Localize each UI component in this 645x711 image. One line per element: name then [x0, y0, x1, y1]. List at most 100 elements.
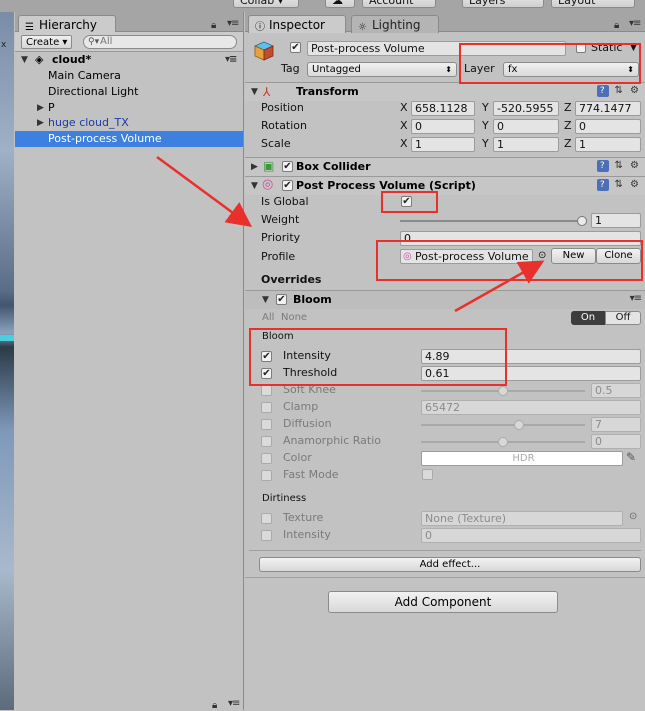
object-name-input[interactable]: Post-process Volume — [307, 41, 566, 56]
hierarchy-item-huge-cloud[interactable]: ▶ huge cloud_TX — [15, 115, 243, 131]
panel-menu-icon[interactable]: ▾≡ — [629, 18, 641, 29]
pos-z-input[interactable]: 774.1477 — [575, 101, 641, 116]
intensity-override-checkbox[interactable]: ✔ — [261, 351, 272, 362]
intensity-input[interactable]: 4.89 — [421, 349, 641, 364]
post-process-volume-header[interactable]: ▼ ◎ ✔ Post Process Volume (Script) ? ⇅ ⚙ — [245, 176, 645, 195]
object-picker-icon[interactable]: ⊙ — [538, 248, 546, 264]
static-checkbox[interactable] — [576, 43, 586, 53]
expand-arrow-icon[interactable]: ▼ — [21, 52, 28, 68]
preset-icon[interactable]: ⇅ — [614, 160, 624, 171]
cloud-button[interactable]: ☁ — [325, 0, 355, 8]
fold-arrow-icon[interactable]: ▼ — [262, 295, 269, 305]
scale-x-input[interactable]: 1 — [411, 137, 475, 152]
select-all-link[interactable]: All — [262, 310, 274, 326]
color-override-checkbox[interactable] — [261, 453, 272, 464]
effect-menu-icon[interactable]: ▾≡ — [630, 293, 642, 304]
tab-hierarchy[interactable]: ☰ Hierarchy — [18, 15, 116, 33]
rot-y-label[interactable]: Y — [482, 118, 489, 134]
new-profile-button[interactable]: New — [551, 248, 596, 264]
diffusion-override-checkbox[interactable] — [261, 419, 272, 430]
select-none-link[interactable]: None — [281, 310, 307, 326]
pos-x-label[interactable]: X — [400, 100, 408, 116]
scale-y-label[interactable]: Y — [482, 136, 489, 152]
rot-y-input[interactable]: 0 — [493, 119, 559, 134]
dirt-intensity-override-checkbox[interactable] — [261, 530, 272, 541]
clamp-override-checkbox[interactable] — [261, 402, 272, 413]
add-component-button[interactable]: Add Component — [328, 591, 558, 613]
preset-icon[interactable]: ⇅ — [614, 179, 624, 190]
bloom-header[interactable]: ▼ ✔ Bloom ▾≡ — [245, 290, 645, 309]
priority-input[interactable]: 0 — [400, 231, 641, 246]
transform-header[interactable]: ▼ ⅄ Transform ? ⇅ ⚙ — [245, 82, 645, 101]
layer-dropdown[interactable]: fx ⬍ — [503, 62, 639, 77]
hierarchy-item-directional-light[interactable]: Directional Light — [15, 84, 243, 100]
scale-x-label[interactable]: X — [400, 136, 408, 152]
collab-button[interactable]: Collab ▾ — [233, 0, 299, 8]
preset-icon[interactable]: ⇅ — [614, 85, 624, 96]
hierarchy-search[interactable]: ⚲▾ All — [83, 35, 237, 49]
account-button[interactable]: Account — [362, 0, 436, 8]
weight-slider-thumb[interactable] — [577, 216, 587, 226]
panel-menu-icon[interactable]: ▾≡ — [227, 18, 239, 29]
is-global-checkbox[interactable]: ✔ — [401, 196, 412, 207]
tab-inspector[interactable]: ⓘ Inspector — [248, 15, 346, 33]
fold-arrow-icon[interactable]: ▼ — [251, 87, 258, 97]
bloom-on-toggle[interactable]: On — [571, 311, 605, 325]
fold-arrow-icon[interactable]: ▼ — [251, 181, 258, 191]
layout-button[interactable]: Layout — [551, 0, 635, 8]
pos-y-label[interactable]: Y — [482, 100, 489, 116]
rot-z-label[interactable]: Z — [564, 118, 572, 134]
lock-icon[interactable]: 🔒︎ — [212, 700, 217, 711]
fast-mode-checkbox[interactable] — [422, 469, 433, 480]
tab-lighting[interactable]: ☼ Lighting — [351, 15, 439, 33]
help-icon[interactable]: ? — [597, 85, 610, 97]
clone-profile-button[interactable]: Clone — [596, 248, 641, 264]
scene-view-edge[interactable]: x — [0, 12, 14, 710]
box-collider-enabled-checkbox[interactable]: ✔ — [282, 161, 293, 172]
ppv-enabled-checkbox[interactable]: ✔ — [282, 180, 293, 191]
texture-override-checkbox[interactable] — [261, 513, 272, 524]
soft-knee-slider-thumb[interactable] — [498, 386, 508, 396]
dirt-intensity-input[interactable]: 0 — [421, 528, 641, 543]
rot-x-input[interactable]: 0 — [411, 119, 475, 134]
expand-arrow-icon[interactable]: ▶ — [37, 100, 44, 116]
scale-z-input[interactable]: 1 — [575, 137, 641, 152]
pos-z-label[interactable]: Z — [564, 100, 572, 116]
scene-row[interactable]: ▼ ◈ cloud* ▾≡ — [15, 52, 243, 68]
rot-x-label[interactable]: X — [400, 118, 408, 134]
lock-icon[interactable]: 🔒︎ — [211, 20, 216, 31]
rot-z-input[interactable]: 0 — [575, 119, 641, 134]
hierarchy-item-post-process-volume[interactable]: Post-process Volume — [15, 131, 243, 147]
threshold-input[interactable]: 0.61 — [421, 366, 641, 381]
object-picker-icon[interactable]: ⊙ — [629, 509, 637, 525]
diffusion-input[interactable]: 7 — [591, 417, 641, 432]
box-collider-header[interactable]: ▶ ▣ ✔ Box Collider ? ⇅ ⚙ — [245, 157, 645, 176]
expand-arrow-icon[interactable]: ▶ — [37, 115, 44, 131]
fast-mode-override-checkbox[interactable] — [261, 470, 272, 481]
scale-z-label[interactable]: Z — [564, 136, 572, 152]
anamorphic-override-checkbox[interactable] — [261, 436, 272, 447]
help-icon[interactable]: ? — [597, 179, 610, 191]
bloom-enabled-checkbox[interactable]: ✔ — [276, 294, 287, 305]
gear-icon[interactable]: ⚙ — [630, 160, 641, 171]
diffusion-slider-track[interactable] — [421, 424, 585, 426]
tag-dropdown[interactable]: Untagged ⬍ — [307, 62, 457, 77]
bloom-off-toggle[interactable]: Off — [605, 311, 641, 325]
create-button[interactable]: Create ▾ — [21, 35, 73, 49]
gear-icon[interactable]: ⚙ — [630, 85, 641, 96]
clamp-input[interactable]: 65472 — [421, 400, 641, 415]
threshold-override-checkbox[interactable]: ✔ — [261, 368, 272, 379]
weight-input[interactable]: 1 — [591, 213, 641, 228]
scene-menu-icon[interactable]: ▾≡ — [225, 52, 237, 68]
soft-knee-override-checkbox[interactable] — [261, 385, 272, 396]
scale-y-input[interactable]: 1 — [493, 137, 559, 152]
pos-y-input[interactable]: -520.5955 — [493, 101, 559, 116]
soft-knee-input[interactable]: 0.5 — [591, 383, 641, 398]
active-checkbox[interactable]: ✔ — [290, 42, 301, 53]
hierarchy-item-p[interactable]: ▶ P — [15, 100, 243, 116]
texture-object-field[interactable]: None (Texture) — [421, 511, 623, 526]
pos-x-input[interactable]: 658.1128 — [411, 101, 475, 116]
fold-arrow-icon[interactable]: ▶ — [251, 162, 258, 172]
static-dropdown-arrow-icon[interactable]: ▼ — [630, 40, 637, 56]
layers-button[interactable]: Layers — [462, 0, 544, 8]
